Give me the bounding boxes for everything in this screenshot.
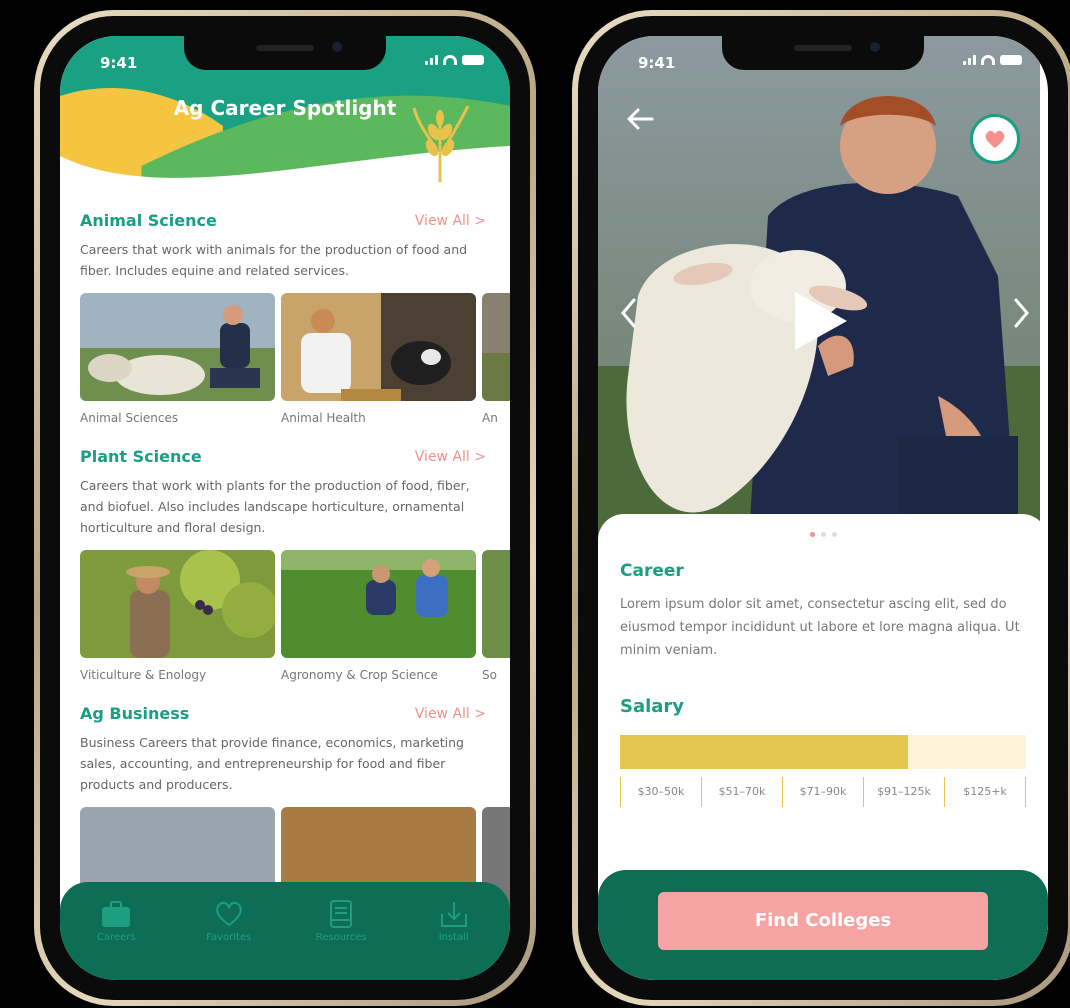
salary-bar [620, 735, 1026, 769]
phone-frame-right: 9:41 Career Lorem ipsum dolor sit amet, … [572, 10, 1070, 1006]
carousel-dot[interactable] [809, 532, 815, 537]
salary-range-label: $51–70k [701, 777, 782, 807]
play-icon[interactable] [793, 290, 849, 352]
career-caption: Animal Sciences [80, 411, 179, 425]
bottom-action-bar: Find Colleges [598, 870, 1048, 980]
careers-screen: 9:41 Ag Career Spotlight Animal Science … [60, 36, 510, 980]
notch [184, 36, 386, 70]
battery-icon [1000, 55, 1022, 65]
status-icons [425, 55, 484, 65]
section-title: Ag Business [80, 704, 190, 723]
wifi-icon [981, 55, 995, 65]
status-time: 9:41 [638, 54, 676, 72]
career-caption: So [482, 668, 497, 682]
career-card[interactable]: An [482, 293, 510, 425]
career-photo [482, 293, 510, 401]
career-card[interactable]: Agronomy & Crop Science [281, 550, 476, 682]
career-card[interactable]: Viticulture & Enology [80, 550, 275, 682]
tab-careers[interactable]: Careers [76, 900, 156, 943]
carousel-dot[interactable] [831, 532, 837, 537]
tab-favorites[interactable]: Favorites [189, 900, 269, 943]
view-all-link[interactable]: View All > [415, 213, 486, 229]
wheat-icon [412, 105, 470, 182]
phone-frame-left: 9:41 Ag Career Spotlight Animal Science … [34, 10, 536, 1006]
chevron-left-icon[interactable] [620, 298, 636, 328]
chevron-right-icon[interactable] [1014, 298, 1030, 328]
career-card[interactable]: Animal Sciences [80, 293, 275, 425]
wifi-icon [443, 55, 457, 65]
salary-heading: Salary [620, 696, 685, 717]
tab-resources[interactable]: Resources [301, 900, 381, 943]
notch [722, 36, 924, 70]
section-plant-science: Plant Science View All > Careers that wo… [80, 447, 510, 682]
status-icons [963, 55, 1022, 65]
career-caption: An [482, 411, 498, 425]
book-icon [330, 900, 353, 928]
career-description: Lorem ipsum dolor sit amet, consectetur … [620, 597, 1020, 658]
career-card[interactable]: Animal Health [281, 293, 476, 425]
tab-label: Careers [96, 932, 136, 943]
tab-label: Install [438, 932, 469, 943]
battery-icon [462, 55, 484, 65]
signal-icon [425, 55, 438, 65]
career-photo [281, 293, 476, 401]
back-arrow-icon[interactable] [626, 108, 654, 130]
carousel-dots [620, 532, 1026, 537]
career-photo [281, 550, 476, 658]
salary-bar-fill [620, 735, 909, 769]
section-title: Plant Science [80, 447, 202, 466]
section-description: Careers that work with animals for the p… [80, 242, 468, 278]
section-description: Careers that work with plants for the pr… [80, 478, 470, 535]
view-all-link[interactable]: View All > [415, 449, 486, 465]
career-list: Animal Science View All > Careers that w… [60, 211, 510, 980]
carousel-dot[interactable] [820, 532, 826, 537]
heart-icon [215, 901, 242, 927]
heart-icon [985, 130, 1005, 148]
briefcase-icon [102, 901, 131, 927]
career-card[interactable]: So [482, 550, 510, 682]
status-time: 9:41 [100, 54, 138, 72]
career-caption: Animal Health [281, 411, 366, 425]
signal-icon [963, 55, 976, 65]
section-animal-science: Animal Science View All > Careers that w… [80, 211, 510, 425]
career-photo [482, 550, 510, 658]
salary-ranges: $30–50k $51–70k $71–90k $91–125k $125+k [620, 777, 1026, 807]
bottom-tab-bar: Careers Favorites Resources Install [60, 882, 510, 980]
download-icon [440, 902, 467, 927]
career-heading: Career [620, 561, 684, 581]
section-description: Business Careers that provide finance, e… [80, 735, 464, 792]
career-caption: Viticulture & Enology [80, 668, 207, 682]
favorite-button[interactable] [970, 114, 1020, 164]
tab-install[interactable]: Install [414, 900, 494, 943]
find-colleges-button[interactable]: Find Colleges [658, 892, 988, 950]
salary-range-label: $71–90k [782, 777, 863, 807]
career-caption: Agronomy & Crop Science [281, 668, 438, 682]
salary-range-label: $30–50k [620, 777, 701, 807]
tab-label: Favorites [206, 932, 252, 943]
career-detail-screen: 9:41 Career Lorem ipsum dolor sit amet, … [598, 36, 1048, 980]
tab-label: Resources [315, 932, 367, 943]
career-photo [80, 293, 275, 401]
view-all-link[interactable]: View All > [415, 706, 486, 722]
salary-range-label: $91–125k [863, 777, 944, 807]
career-photo [80, 550, 275, 658]
section-title: Animal Science [80, 211, 217, 230]
salary-range-label: $125+k [944, 777, 1026, 807]
